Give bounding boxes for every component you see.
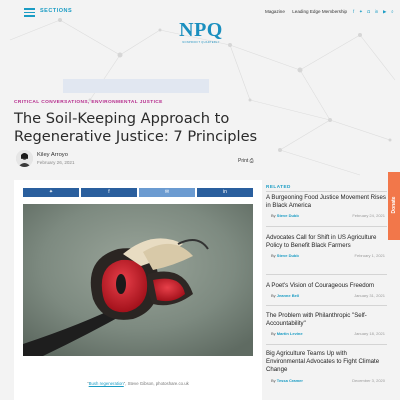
caption-credit: , Steve Gibson, photoshare.co.uk [125,381,189,386]
divider [266,344,387,345]
social-links: f ✦ ◘ in ▶ ⌕ [353,9,397,15]
email-icon: ✉ [164,189,170,195]
related-item: A Burgeoning Food Justice Movement Rises… [266,194,387,220]
divider [266,191,387,192]
related-title[interactable]: The Problem with Philanthropic "Self-Acc… [266,312,387,328]
publish-date: February 26, 2021 [37,160,75,165]
sections-link[interactable]: SECTIONS [40,8,72,14]
related-date: January 31, 2021 [354,293,385,299]
related-item: The Problem with Philanthropic "Self-Acc… [266,312,387,338]
related-byline: By Martin Levine [271,331,303,337]
logo-text: NPQ [179,19,223,41]
printer-icon: ⎙ [249,158,254,164]
related-heading: RELATED [266,184,291,189]
related-item: Big Agriculture Teams Up with Environmen… [266,350,387,385]
twitter-icon: ✦ [48,189,54,195]
donate-tab[interactable]: Donate [388,172,400,240]
related-byline: By Steve Dubb [271,213,299,219]
caption-link[interactable]: Bush regeneration [89,381,124,386]
magazine-link[interactable]: Magazine [265,9,285,14]
related-title[interactable]: A Burgeoning Food Justice Movement Rises… [266,194,387,210]
ad-placeholder [63,79,209,93]
related-title[interactable]: Advocates Call for Shift in US Agricultu… [266,234,387,250]
divider [266,305,387,306]
related-author[interactable]: Steve Dubb [277,213,299,218]
linkedin-icon: in [223,189,227,195]
share-linkedin-button[interactable]: in [197,188,253,197]
print-label: Print [238,158,249,164]
related-byline: By Tessa Cramer [271,377,303,383]
twitter-icon[interactable]: ✦ [359,9,363,14]
article-title: The Soil-Keeping Approach to Regenerativ… [14,110,258,145]
youtube-icon[interactable]: ▶ [383,9,386,14]
linkedin-icon[interactable]: in [375,9,378,14]
leading-edge-link[interactable]: Leading Edge Membership [292,9,347,14]
related-author[interactable]: Tessa Cramer [277,378,303,383]
related-byline: By Jeanne Bell [271,293,300,299]
share-facebook-button[interactable]: f [81,188,137,197]
facebook-icon[interactable]: f [353,9,354,14]
related-author[interactable]: Jeanne Bell [277,293,299,298]
share-email-button[interactable]: ✉ [139,188,195,197]
related-byline: By Steve Dubb [271,253,299,259]
related-date: February 24, 2021 [352,213,385,219]
menu-icon[interactable] [24,8,35,17]
site-logo[interactable]: NPQ NONPROFIT QUARTERLY [178,20,224,44]
facebook-icon: f [108,189,110,195]
share-bar: ✦ f ✉ in [23,188,253,197]
share-twitter-button[interactable]: ✦ [23,188,79,197]
author-name[interactable]: Kiley Arroyo [37,152,68,158]
related-date: January 18, 2021 [354,331,385,337]
top-links: Magazine Leading Edge Membership [265,9,353,14]
related-item: A Poet's Vision of Courageous Freedom By… [266,282,387,300]
related-item: Advocates Call for Shift in US Agricultu… [266,234,387,260]
divider [266,274,387,275]
print-button[interactable]: Print ⎙ [238,158,254,164]
related-author[interactable]: Steve Dubb [277,253,299,258]
article-hero-image [23,204,253,356]
article-categories[interactable]: CRITICAL CONVERSATIONS, ENVIRONMENTAL JU… [14,100,163,105]
image-caption: “Bush regeneration”, Steve Gibson, photo… [87,381,189,386]
donate-label: Donate [391,196,397,214]
divider [266,226,387,227]
search-icon[interactable]: ⌕ [391,9,393,14]
related-author[interactable]: Martin Levine [277,331,303,336]
related-date: December 3, 2020 [352,377,385,383]
author-avatar[interactable] [16,150,33,167]
related-title[interactable]: A Poet's Vision of Courageous Freedom [266,282,387,290]
instagram-icon[interactable]: ◘ [367,9,370,14]
related-date: February 1, 2021 [354,253,385,259]
logo-subtitle: NONPROFIT QUARTERLY [182,41,220,44]
related-title[interactable]: Big Agriculture Teams Up with Environmen… [266,350,387,375]
article-card: ✦ f ✉ in “Bush regeneration”, Steve Gibs… [14,180,262,400]
